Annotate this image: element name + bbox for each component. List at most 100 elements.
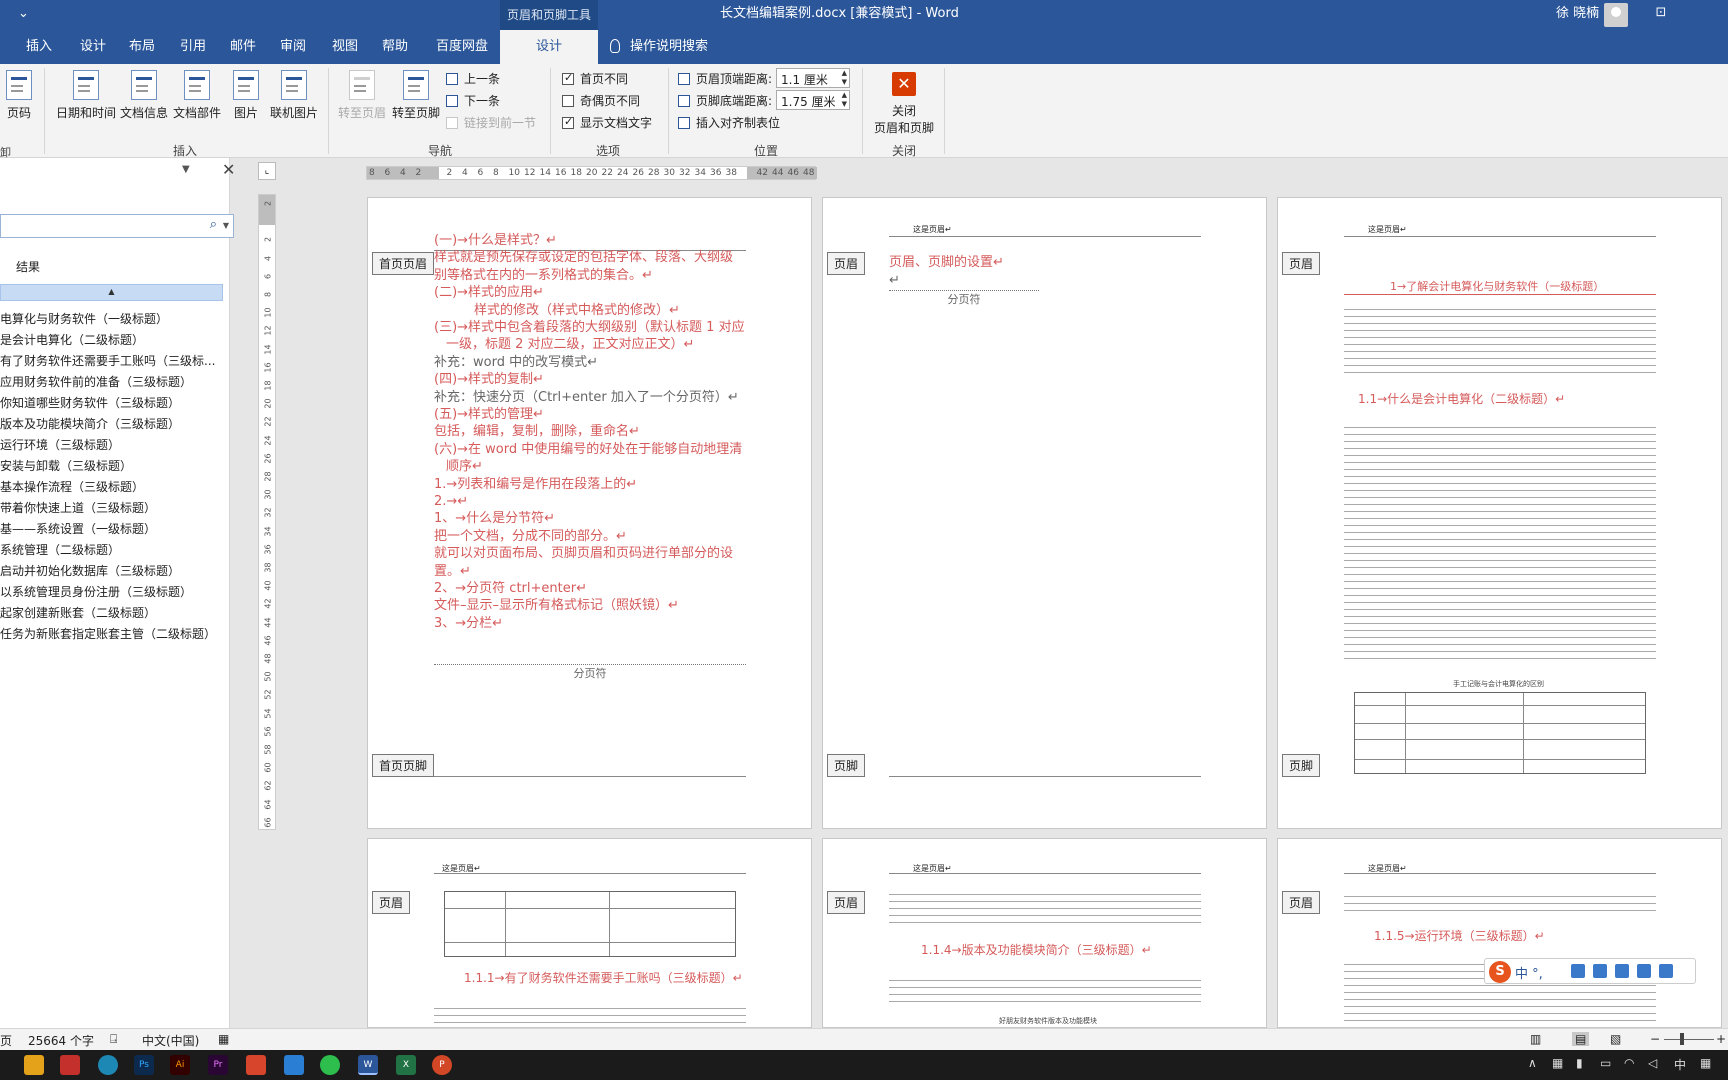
doc-line[interactable]: 就可以对页面布局、页脚页眉和页码进行单部分的设 [434,545,733,562]
online-picture-button[interactable]: 联机图片 [266,70,322,121]
heading-level-1[interactable]: 1→了解会计电算化与财务软件（一级标题） [1390,278,1604,294]
tray-display-icon[interactable]: ▭ [1600,1056,1611,1070]
macro-icon[interactable]: ▦ [218,1032,229,1046]
powerpoint-icon[interactable]: P [432,1055,452,1075]
close-pane-icon[interactable]: ✕ [222,160,235,179]
goto-footer-button[interactable]: 转至页脚 [390,70,442,121]
tray-expand-icon[interactable]: ∧ [1528,1056,1537,1070]
link-previous-button[interactable]: 链接到前一节 [446,114,536,131]
doc-line[interactable]: 1.→列表和编号是作用在段落上的↵ [434,476,637,493]
tab-baidu-netdisk[interactable]: 百度网盘 [432,30,492,64]
goto-header-button[interactable]: 转至页眉 [336,70,388,121]
doc-line[interactable]: 包括，编辑，复制，删除，重命名↵ [434,423,640,440]
header-top-distance-input[interactable]: 1.1 厘米 ▲ ▼ [776,68,850,88]
user-icon[interactable] [1615,964,1629,978]
quick-access-dropdown[interactable]: ⌄ [18,6,29,21]
search-icon[interactable]: ⌕ [210,217,217,232]
heading-level-3[interactable]: 1.1.1→有了财务软件还需要手工账吗（三级标题）↵ [464,969,743,986]
doc-parts-button[interactable]: 文档部件 [170,70,224,121]
tab-header-footer-design[interactable]: 设计 [500,30,598,64]
doc-line[interactable]: 1、→什么是分节符↵ [434,510,555,527]
search-dropdown-icon[interactable]: ▼ [223,221,229,230]
tray-app-icon[interactable]: ▦ [1552,1056,1563,1070]
insert-alignment-tab-button[interactable]: 插入对齐制表位 [678,114,780,131]
zoom-slider[interactable] [1664,1039,1714,1040]
nav-heading-item[interactable]: 基本操作流程（三级标题） [0,478,222,495]
tray-network-icon[interactable]: ◠ [1624,1056,1634,1070]
nav-heading-item[interactable]: 任务为新账套指定账套主管（二级标题） [0,625,222,642]
nav-heading-item[interactable]: 起家创建新账套（二级标题） [0,604,222,621]
page-3[interactable]: 这是页眉↵ 页眉 1→了解会计电算化与财务软件（一级标题） 1.1→什么是会计电… [1277,197,1722,829]
nav-heading-item[interactable]: 应用财务软件前的准备（三级标题） [0,373,222,390]
language-indicator[interactable]: 中文(中国) [142,1032,199,1049]
skin-icon[interactable] [1637,964,1651,978]
results-tab[interactable]: 结果 [16,258,40,275]
next-button[interactable]: 下一条 [446,92,500,109]
tab-insert[interactable]: 插入 [22,30,56,64]
photoshop-icon[interactable]: Ps [134,1055,154,1075]
doc-line[interactable]: ↵ [889,272,900,289]
doc-line[interactable]: 文件–显示–显示所有格式标记（照妖镜）↵ [434,597,679,614]
toolbox-icon[interactable] [1659,964,1673,978]
search-app-icon[interactable] [284,1055,304,1075]
picture-button[interactable]: 图片 [230,70,262,121]
horizontal-ruler[interactable]: 8 6 4 2 2 4 6 8 10 12 14 16 18 20 22 24 26 28 30 32 34 36 38 42… [366,166,817,180]
doc-line[interactable]: (五)→样式的管理↵ [434,406,544,423]
body-text-block[interactable] [1344,424,1656,664]
tab-help[interactable]: 帮助 [378,30,412,64]
heading-level-3[interactable]: 1.1.5→运行环境（三级标题）↵ [1374,927,1545,944]
proofing-icon[interactable]: ⍈ [110,1032,117,1047]
previous-button[interactable]: 上一条 [446,70,500,87]
tab-design-doc[interactable]: 设计 [76,30,110,64]
nav-heading-item[interactable]: 安装与卸载（三级标题） [0,457,222,474]
close-header-footer-button[interactable]: ✕ 关闭 页眉和页脚 [868,72,940,136]
nav-heading-item[interactable]: 系统管理（二级标题） [0,541,222,558]
pane-options-dropdown-icon[interactable]: ▼ [182,164,190,175]
body-text-block[interactable] [889,977,1201,1005]
nav-heading-item[interactable]: 运行环境（三级标题） [0,436,222,453]
word-icon[interactable]: W [358,1055,378,1075]
tray-microphone-icon[interactable]: ▮ [1576,1056,1583,1070]
nav-heading-item[interactable]: 你知道哪些财务软件（三级标题） [0,394,222,411]
tab-view[interactable]: 视图 [328,30,362,64]
tab-references[interactable]: 引用 [176,30,210,64]
keyboard-icon[interactable] [1593,964,1607,978]
doc-line[interactable]: 页眉、页脚的设置↵ [889,254,1004,271]
ribbon-display-icon[interactable]: ⊡ [1652,5,1670,23]
app-red-icon[interactable] [60,1055,80,1075]
read-mode-icon[interactable]: ▥ [1530,1032,1541,1046]
nav-heading-item[interactable]: 电算化与财务软件（一级标题） [0,310,222,327]
nav-heading-item[interactable]: 基——系统设置（一级标题） [0,520,222,537]
doc-line[interactable]: (一)→什么是样式？↵ [434,232,557,249]
doc-line[interactable]: 样式就是预先保存或设定的包括字体、段落、大纲级 [434,249,733,266]
tray-ime-icon[interactable]: ▦ [1700,1056,1711,1070]
heading-level-2[interactable]: 1.1→什么是会计电算化（二级标题）↵ [1358,390,1565,407]
doc-line[interactable]: 补充：快速分页（Ctrl+enter 加入了一个分页符）↵ [434,389,739,406]
tab-layout[interactable]: 布局 [125,30,159,64]
page-1[interactable]: 首页页眉 (一)→什么是样式？↵ 样式就是预先保存或设定的包括字体、段落、大纲级别… [367,197,812,829]
nav-heading-item[interactable]: 启动并初始化数据库（三级标题） [0,562,222,579]
tab-selector[interactable]: ⌞ [258,162,276,180]
tell-me-search[interactable]: 操作说明搜索 [610,30,708,64]
tray-input-language[interactable]: 中 [1674,1056,1686,1073]
nav-heading-item[interactable]: 是会计电算化（二级标题） [0,331,222,348]
doc-line[interactable]: 把一个文档，分成不同的部分。↵ [434,528,627,545]
nav-heading-item[interactable]: 版本及功能模块简介（三级标题） [0,415,222,432]
collapse-heading-bar[interactable]: ▲ [0,284,223,301]
doc-line[interactable]: 2、→分页符 ctrl+enter↵ [434,580,587,597]
heading-level-3[interactable]: 1.1.4→版本及功能模块简介（三级标题）↵ [921,941,1152,958]
tray-volume-icon[interactable]: ◁ [1648,1056,1657,1070]
body-text-block[interactable] [434,1005,746,1025]
page-5[interactable]: 这是页眉↵ 页眉 1.1.4→版本及功能模块简介（三级标题）↵ 好朋友财务软件版… [822,838,1267,1028]
doc-line[interactable]: (六)→在 word 中使用编号的好处在于能够自动地理清 [434,441,742,458]
page-number-button[interactable]: 页码 [4,70,34,121]
spinner-arrows-icon[interactable]: ▲ ▼ [842,69,847,87]
ime-mode-indicator[interactable]: 中 °, [1515,963,1543,982]
doc-line[interactable]: 别等格式在内的一系列格式的集合。↵ [434,267,653,284]
odd-even-different-checkbox[interactable]: 奇偶页不同 [562,92,640,109]
nav-heading-item[interactable]: 带着你快速上道（三级标题） [0,499,222,516]
doc-line[interactable]: 样式的修改（样式中格式的修改）↵ [474,302,680,319]
body-text-block[interactable] [1344,893,1656,913]
premiere-icon[interactable]: Pr [208,1055,228,1075]
excel-icon[interactable]: X [396,1055,416,1075]
